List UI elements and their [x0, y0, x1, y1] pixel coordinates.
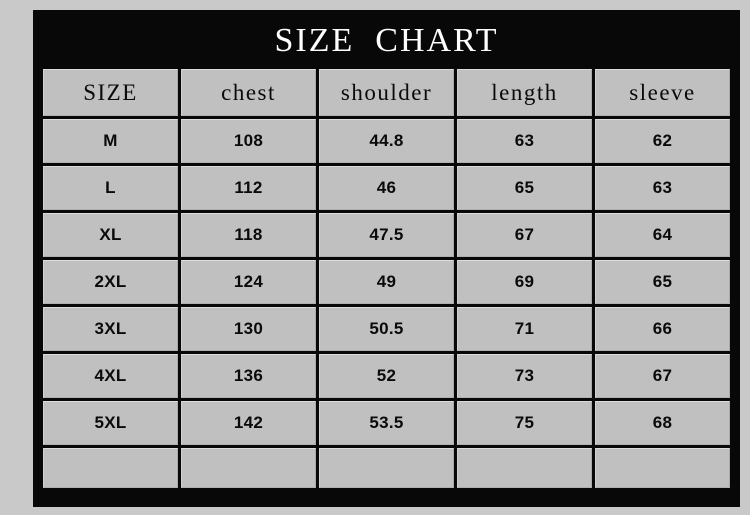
- column-header-length: length: [457, 69, 592, 116]
- cell-length: 65: [457, 166, 592, 210]
- size-chart-panel: SIZE CHART SIZE chest shoulder length sl…: [33, 10, 740, 507]
- cell-length: 71: [457, 307, 592, 351]
- cell-size: M: [43, 119, 178, 163]
- table-header-row: SIZE chest shoulder length sleeve: [43, 69, 730, 116]
- table-row: L 112 46 65 63: [43, 166, 730, 210]
- cell-length: 73: [457, 354, 592, 398]
- cell-shoulder: 46: [319, 166, 454, 210]
- table-row: 2XL 124 49 69 65: [43, 260, 730, 304]
- cell-size: 4XL: [43, 354, 178, 398]
- cell-size: 3XL: [43, 307, 178, 351]
- cell-size: L: [43, 166, 178, 210]
- cell-chest: 130: [181, 307, 316, 351]
- cell-shoulder: 50.5: [319, 307, 454, 351]
- cell-size: XL: [43, 213, 178, 257]
- cell-sleeve: [595, 448, 730, 488]
- cell-length: 69: [457, 260, 592, 304]
- column-header-size: SIZE: [43, 69, 178, 116]
- table-row: 3XL 130 50.5 71 66: [43, 307, 730, 351]
- cell-length: 67: [457, 213, 592, 257]
- cell-chest: 108: [181, 119, 316, 163]
- cell-sleeve: 63: [595, 166, 730, 210]
- column-header-shoulder: shoulder: [319, 69, 454, 116]
- cell-shoulder: 44.8: [319, 119, 454, 163]
- column-header-chest: chest: [181, 69, 316, 116]
- cell-chest: 112: [181, 166, 316, 210]
- cell-sleeve: 65: [595, 260, 730, 304]
- table-row: M 108 44.8 63 62: [43, 119, 730, 163]
- cell-chest: 118: [181, 213, 316, 257]
- size-chart-table: SIZE chest shoulder length sleeve M 108 …: [40, 66, 733, 491]
- table-row: XL 118 47.5 67 64: [43, 213, 730, 257]
- table-row: 4XL 136 52 73 67: [43, 354, 730, 398]
- column-header-sleeve: sleeve: [595, 69, 730, 116]
- size-chart-page: SIZE CHART SIZE chest shoulder length sl…: [0, 0, 750, 515]
- cell-chest: 136: [181, 354, 316, 398]
- cell-length: 75: [457, 401, 592, 445]
- cell-chest: 124: [181, 260, 316, 304]
- cell-shoulder: 49: [319, 260, 454, 304]
- cell-size: 5XL: [43, 401, 178, 445]
- cell-sleeve: 62: [595, 119, 730, 163]
- cell-sleeve: 66: [595, 307, 730, 351]
- cell-sleeve: 68: [595, 401, 730, 445]
- size-chart-table-body: SIZE chest shoulder length sleeve M 108 …: [43, 69, 730, 488]
- cell-length: 63: [457, 119, 592, 163]
- cell-chest: [181, 448, 316, 488]
- cell-sleeve: 67: [595, 354, 730, 398]
- cell-shoulder: [319, 448, 454, 488]
- cell-chest: 142: [181, 401, 316, 445]
- page-title: SIZE CHART: [274, 22, 499, 59]
- cell-shoulder: 53.5: [319, 401, 454, 445]
- table-row: 5XL 142 53.5 75 68: [43, 401, 730, 445]
- cell-shoulder: 52: [319, 354, 454, 398]
- cell-shoulder: 47.5: [319, 213, 454, 257]
- cell-size: 2XL: [43, 260, 178, 304]
- table-row-empty: [43, 448, 730, 488]
- cell-sleeve: 64: [595, 213, 730, 257]
- cell-size: [43, 448, 178, 488]
- cell-length: [457, 448, 592, 488]
